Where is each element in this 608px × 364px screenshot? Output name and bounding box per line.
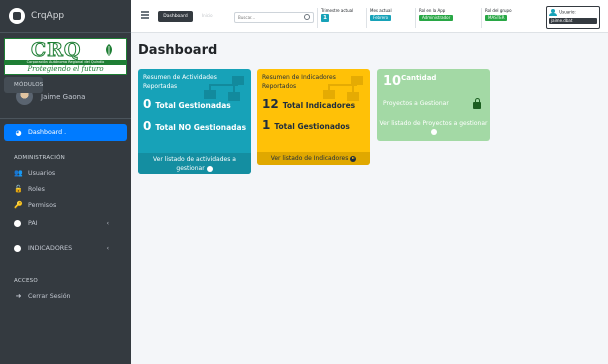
sidebar-item-usuarios[interactable]: 👥 Usuarios (4, 165, 127, 181)
mes-indicator: Mes actual Febrero (366, 8, 392, 28)
circle-icon (14, 244, 21, 252)
card-indicadores: Resumen de Indicadores Reportados 12 Tot… (257, 69, 370, 165)
brand-name: CrqApp (31, 11, 65, 21)
sidebar: CrqApp CRQ Corporación Autónoma Regional… (0, 0, 131, 364)
sidebar-item-label: Permisos (28, 201, 57, 209)
card-indicadores-footer-link[interactable]: Ver listado de Indicadores (257, 152, 370, 165)
card-proyectos-subtitle: Proyectos a Gestionar (383, 100, 449, 107)
search-input[interactable] (235, 13, 295, 22)
dashboard-icon: ◕ (15, 128, 22, 137)
card-actividades: Resumen de Actividades Reportadas 0 Tota… (138, 69, 251, 174)
card-actividades-footer-link[interactable]: Ver listado de actividades a gestionar (138, 153, 251, 174)
sidebar-item-label: INDICADORES (28, 244, 73, 252)
card-actividades-title: Resumen de Actividades Reportadas (143, 74, 217, 90)
menu-toggle-icon[interactable] (141, 11, 149, 19)
sidebar-item-permisos[interactable]: 🔑 Permisos (4, 197, 127, 213)
search-icon[interactable] (304, 14, 310, 20)
home-nav-link[interactable]: Inicio (202, 13, 213, 18)
user-menu-name: jaime.dbat (549, 18, 597, 24)
rol-badge: Administrador (419, 15, 454, 21)
sidebar-item-label: Usuarios (28, 169, 56, 177)
dashboard-nav-button[interactable]: Dashboard (158, 11, 193, 22)
sidebar-item-label: PAI (28, 219, 38, 227)
card-actividades-gestionadas-count: 0 (143, 97, 152, 111)
users-icon: 👥 (14, 169, 23, 177)
card-indicadores-gestionados-label: Total Gestionados (274, 122, 350, 131)
trimestre-indicator: Trimestre actual 1 (317, 8, 353, 28)
grupo-label: Rol del grupo (485, 8, 512, 13)
card-actividades-no-gestionadas-label: Total NO Gestionadas (155, 123, 247, 132)
arrow-circle-right-icon (430, 128, 437, 135)
rol-indicator: Rol en la App Administrador (415, 8, 454, 28)
arrow-circle-right-icon (350, 155, 357, 162)
card-indicadores-footer-text: Ver listado de Indicadores (270, 155, 349, 162)
crq-logo-motto: Protegiendo el futuro (27, 65, 104, 73)
grupo-badge: MASTER (485, 15, 508, 21)
mes-badge: Febrero (370, 15, 392, 21)
card-indicadores-gestionados-count: 1 (262, 118, 271, 132)
user-icon (549, 8, 557, 16)
crq-logo: CRQ Corporación Autónoma Regional del Qu… (4, 38, 127, 75)
unlock-icon: 🔓 (14, 185, 23, 193)
leaf-icon (106, 44, 112, 56)
card-actividades-gestionadas-label: Total Gestionadas (155, 101, 231, 110)
sidebar-nav: ◕ Dashboard . ADMINISTRACIÓN 👥 Usuarios … (0, 77, 131, 304)
rol-label: Rol en la App (419, 8, 446, 13)
brand-link[interactable]: CrqApp (0, 0, 131, 33)
sidebar-item-label: Cerrar Sesión (28, 292, 71, 300)
top-navbar: Dashboard Inicio Trimestre actual 1 Mes … (131, 0, 608, 33)
card-proyectos-count-label: Cantidad (401, 74, 437, 82)
sidebar-item-roles[interactable]: 🔓 Roles (4, 181, 127, 197)
grupo-indicator: Rol del grupo MASTER (481, 8, 512, 28)
page-title: Dashboard (138, 43, 218, 58)
chevron-left-icon: ‹ (106, 244, 109, 252)
nav-header-modulos: MÓDULOS (4, 77, 44, 93)
mes-label: Mes actual (370, 8, 392, 13)
card-proyectos-footer-text: Ver listado de Proyectos a gestionar (379, 120, 488, 127)
card-proyectos: 10Cantidad Proyectos a Gestionar Ver lis… (377, 69, 490, 141)
trimestre-badge: 1 (321, 14, 329, 22)
key-icon: 🔑 (14, 201, 23, 209)
user-menu-label: Usuario: (559, 9, 576, 15)
search-box (234, 12, 314, 23)
sidebar-item-pai[interactable]: PAI ‹ (4, 215, 127, 231)
sidebar-item-label: Roles (28, 185, 45, 193)
sidebar-item-dashboard[interactable]: ◕ Dashboard . (4, 124, 127, 141)
nav-header-admin: ADMINISTRACIÓN (14, 155, 65, 161)
user-menu[interactable]: Usuario: jaime.dbat (546, 6, 600, 29)
brand-logo-icon (9, 8, 25, 24)
card-indicadores-total-label: Total Indicadores (282, 101, 356, 110)
lock-icon (473, 98, 481, 109)
card-indicadores-total-count: 12 (262, 97, 279, 111)
arrow-circle-right-icon (206, 165, 213, 172)
card-proyectos-count: 10 (383, 74, 402, 89)
crq-logo-letters: CRQ (30, 39, 82, 62)
sidebar-item-indicadores[interactable]: INDICADORES ‹ (4, 240, 127, 256)
nav-header-acceso: ACCESO (14, 278, 38, 284)
card-indicadores-title: Resumen de Indicadores Reportados (262, 74, 336, 90)
circle-icon (14, 219, 21, 227)
card-actividades-footer-text: Ver listado de actividades a gestionar (153, 156, 236, 172)
sidebar-item-cerrar-sesion[interactable]: ➜ Cerrar Sesión (4, 288, 127, 304)
card-proyectos-footer-link[interactable]: Ver listado de Proyectos a gestionar (377, 120, 490, 136)
sign-out-icon: ➜ (15, 292, 22, 300)
sidebar-item-label: Dashboard . (28, 129, 67, 136)
trimestre-label: Trimestre actual (321, 8, 354, 13)
chevron-left-icon: ‹ (106, 219, 109, 227)
card-actividades-no-gestionadas-count: 0 (143, 119, 152, 133)
user-name: Jaime Gaona (41, 92, 86, 101)
